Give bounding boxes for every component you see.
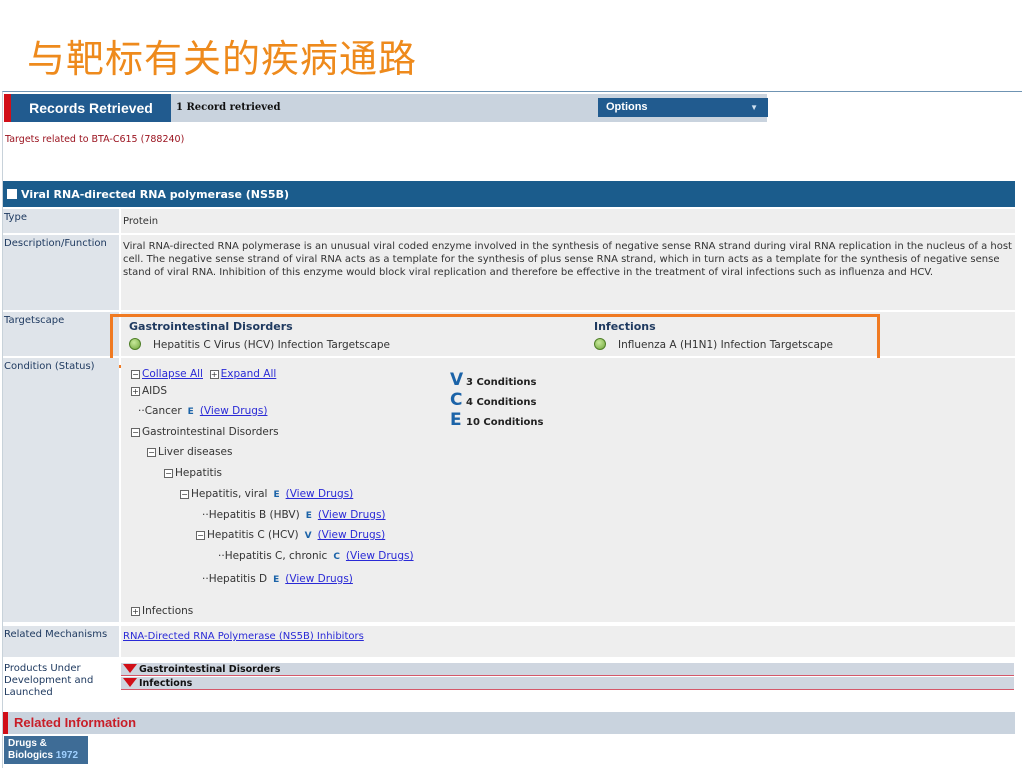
target-name: Viral RNA-directed RNA polymerase (NS5B) xyxy=(21,188,289,201)
legend-v: V3 Conditions xyxy=(450,370,537,390)
related-accent xyxy=(3,712,8,734)
status-code: V xyxy=(304,531,312,541)
tree-node[interactable]: − Hepatitis xyxy=(164,467,222,479)
tree-node-label: Hepatitis xyxy=(175,467,222,479)
products-group[interactable]: Gastrointestinal Disorders xyxy=(121,663,1014,676)
triangle-down-icon xyxy=(123,664,137,673)
tree-node-label: Hepatitis C (HCV) xyxy=(207,529,299,541)
legend-c: C4 Conditions xyxy=(450,390,537,410)
type-value: Protein xyxy=(121,209,1015,233)
drugs-biologics-logo[interactable]: Drugs & Biologics 1972 xyxy=(4,736,88,764)
collapse-all-link[interactable]: Collapse All xyxy=(142,368,203,380)
collapse-icon[interactable]: − xyxy=(131,428,140,437)
mechanisms-row: Related Mechanisms RNA-Directed RNA Poly… xyxy=(3,626,1015,657)
legend-code: C xyxy=(450,390,463,410)
expand-all-link[interactable]: Expand All xyxy=(221,368,277,380)
products-group[interactable]: Infections xyxy=(121,677,1014,690)
tree-node-label: AIDS xyxy=(142,385,168,397)
type-row: Type Protein xyxy=(3,209,1015,233)
tree-node[interactable]: + Infections xyxy=(131,605,193,617)
tree-node-label: Hepatitis C, chronic xyxy=(224,550,328,562)
options-dropdown[interactable]: Options ▼ xyxy=(598,98,768,117)
logo-year: 1972 xyxy=(55,750,79,761)
tree-node-label: Hepatitis, viral xyxy=(191,488,268,500)
legend-text: 10 Conditions xyxy=(466,417,544,428)
products-group-label: Gastrointestinal Disorders xyxy=(139,664,281,675)
tree-node-label: Hepatitis B (HBV) xyxy=(208,509,300,521)
targets-related-line: Targets related to BTA-C615 (788240) xyxy=(5,134,185,145)
description-row: Description/Function Viral RNA-directed … xyxy=(3,235,1015,310)
collapse-icon[interactable]: − xyxy=(164,469,173,478)
products-label: Products Under Development and Launched xyxy=(3,660,119,704)
status-code: E xyxy=(273,575,280,585)
description-label: Description/Function xyxy=(3,235,119,310)
legend-e: E 10 Conditions xyxy=(450,410,543,430)
expand-icon[interactable]: + xyxy=(131,607,140,616)
tree-node-label: Gastrointestinal Disorders xyxy=(142,426,279,438)
target-header: Viral RNA-directed RNA polymerase (NS5B) xyxy=(3,181,1015,207)
targetscape-label: Targetscape xyxy=(3,312,119,356)
view-drugs-link[interactable]: (View Drugs) xyxy=(318,509,386,521)
tree-controls: − Collapse All + Expand All xyxy=(131,368,276,380)
slide-title: 与靶标有关的疾病通路 xyxy=(27,37,418,81)
products-group-label: Infections xyxy=(139,678,193,689)
view-drugs-link[interactable]: (View Drugs) xyxy=(285,573,353,585)
collapse-icon[interactable]: − xyxy=(147,448,156,457)
related-information-title: Related Information xyxy=(14,715,137,730)
view-drugs-link[interactable]: (View Drugs) xyxy=(286,488,354,500)
status-code: E xyxy=(187,407,194,417)
mechanisms-value: RNA-Directed RNA Polymerase (NS5B) Inhib… xyxy=(121,626,1015,657)
expand-icon[interactable]: + xyxy=(131,387,140,396)
legend-code: V xyxy=(450,370,464,390)
collapse-icon[interactable]: − xyxy=(196,531,205,540)
tree-node[interactable]: − Gastrointestinal Disorders xyxy=(131,426,279,438)
tree-node[interactable]: + AIDS xyxy=(131,385,167,397)
tree-node: ··Hepatitis B (HBV) E (View Drugs) xyxy=(202,509,386,521)
tree-node-label: Cancer xyxy=(144,405,182,417)
options-label: Options xyxy=(606,101,648,113)
legend-text: 3 Conditions xyxy=(466,377,537,388)
records-count: 1 Record retrieved xyxy=(176,102,281,113)
collapse-icon: − xyxy=(131,370,140,379)
tree-node-label: Liver diseases xyxy=(158,446,233,458)
logo-line2: Biologics xyxy=(8,750,54,761)
tree-node-label: Hepatitis D xyxy=(208,573,268,585)
mechanisms-label: Related Mechanisms xyxy=(3,626,119,657)
records-bar: Records Retrieved 1 Record retrieved Opt… xyxy=(4,94,768,122)
records-accent xyxy=(4,94,11,122)
type-label: Type xyxy=(3,209,119,233)
legend-code: E xyxy=(450,410,462,430)
description-value: Viral RNA-directed RNA polymerase is an … xyxy=(121,235,1015,310)
tree-node: ··Hepatitis D E (View Drugs) xyxy=(202,573,353,585)
view-drugs-link[interactable]: (View Drugs) xyxy=(318,529,386,541)
status-code: C xyxy=(333,552,340,562)
logo-line1: Drugs & xyxy=(8,738,47,749)
expand-icon: + xyxy=(209,370,219,379)
triangle-down-icon xyxy=(123,678,137,687)
condition-label: Condition (Status) xyxy=(3,358,119,622)
status-code: E xyxy=(273,490,280,500)
view-drugs-link[interactable]: (View Drugs) xyxy=(346,550,414,562)
legend-text: 4 Conditions xyxy=(466,397,537,408)
square-icon xyxy=(7,189,17,199)
collapse-icon[interactable]: − xyxy=(180,490,189,499)
records-title: Records Retrieved xyxy=(11,94,171,122)
chevron-down-icon: ▼ xyxy=(750,103,758,112)
tree-node[interactable]: − Hepatitis C (HCV) V (View Drugs) xyxy=(196,529,385,541)
tree-node[interactable]: − Liver diseases xyxy=(147,446,232,458)
tree-node: ··Hepatitis C, chronic C (View Drugs) xyxy=(218,550,414,562)
view-drugs-link[interactable]: (View Drugs) xyxy=(200,405,268,417)
tree-node: ··Cancer E (View Drugs) xyxy=(138,405,268,417)
mechanism-link[interactable]: RNA-Directed RNA Polymerase (NS5B) Inhib… xyxy=(123,631,364,642)
status-code: E xyxy=(305,511,312,521)
tree-node[interactable]: − Hepatitis, viral E (View Drugs) xyxy=(180,488,353,500)
tree-node-label: Infections xyxy=(142,605,194,617)
related-information-bar: Related Information xyxy=(3,712,1015,734)
